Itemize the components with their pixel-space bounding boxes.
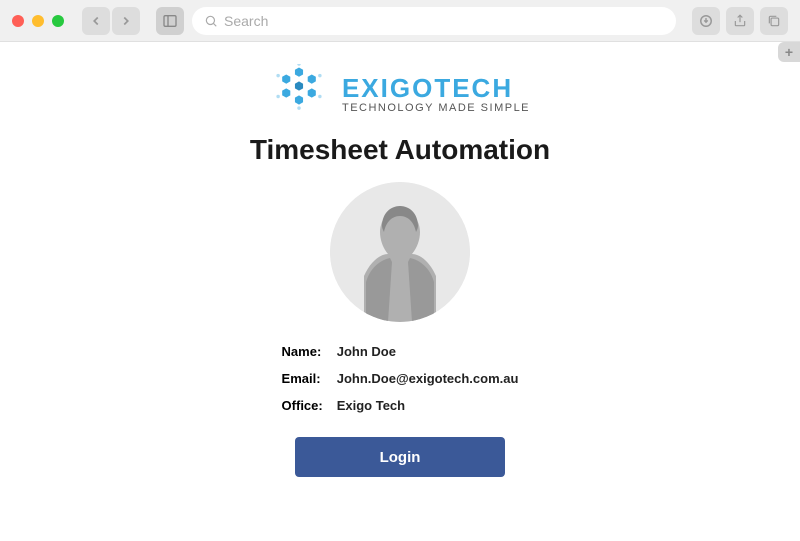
new-tab-button[interactable]: +	[778, 42, 800, 62]
search-placeholder: Search	[224, 13, 268, 29]
address-search-bar[interactable]: Search	[192, 7, 676, 35]
nav-buttons	[82, 7, 140, 35]
share-button[interactable]	[726, 7, 754, 35]
brand-text: EXIGOTECH TECHNOLOGY MADE SIMPLE	[342, 73, 530, 114]
login-button[interactable]: Login	[295, 437, 505, 477]
page-content: EXIGOTECH TECHNOLOGY MADE SIMPLE Timeshe…	[0, 42, 800, 541]
office-label: Office:	[282, 398, 323, 413]
email-label: Email:	[282, 371, 323, 386]
close-window-button[interactable]	[12, 15, 24, 27]
email-value: John.Doe@exigotech.com.au	[337, 371, 519, 386]
plus-icon: +	[785, 44, 793, 60]
sidebar-toggle-button[interactable]	[156, 7, 184, 35]
brand-logo: EXIGOTECH TECHNOLOGY MADE SIMPLE	[270, 64, 530, 122]
avatar	[330, 182, 470, 322]
back-button[interactable]	[82, 7, 110, 35]
window-controls	[12, 15, 64, 27]
office-value: Exigo Tech	[337, 398, 519, 413]
brand-tagline: TECHNOLOGY MADE SIMPLE	[342, 102, 530, 114]
maximize-window-button[interactable]	[52, 15, 64, 27]
forward-button[interactable]	[112, 7, 140, 35]
brand-name: EXIGOTECH	[342, 73, 530, 104]
browser-toolbar: Search	[0, 0, 800, 42]
minimize-window-button[interactable]	[32, 15, 44, 27]
search-icon	[204, 14, 218, 28]
page-title: Timesheet Automation	[250, 134, 550, 166]
browser-right-tools	[692, 7, 788, 35]
tabs-button[interactable]	[760, 7, 788, 35]
name-value: John Doe	[337, 344, 519, 359]
avatar-placeholder-icon	[330, 182, 470, 322]
name-label: Name:	[282, 344, 323, 359]
user-info: Name: John Doe Email: John.Doe@exigotech…	[282, 344, 519, 413]
hex-network-icon	[270, 64, 328, 122]
downloads-button[interactable]	[692, 7, 720, 35]
